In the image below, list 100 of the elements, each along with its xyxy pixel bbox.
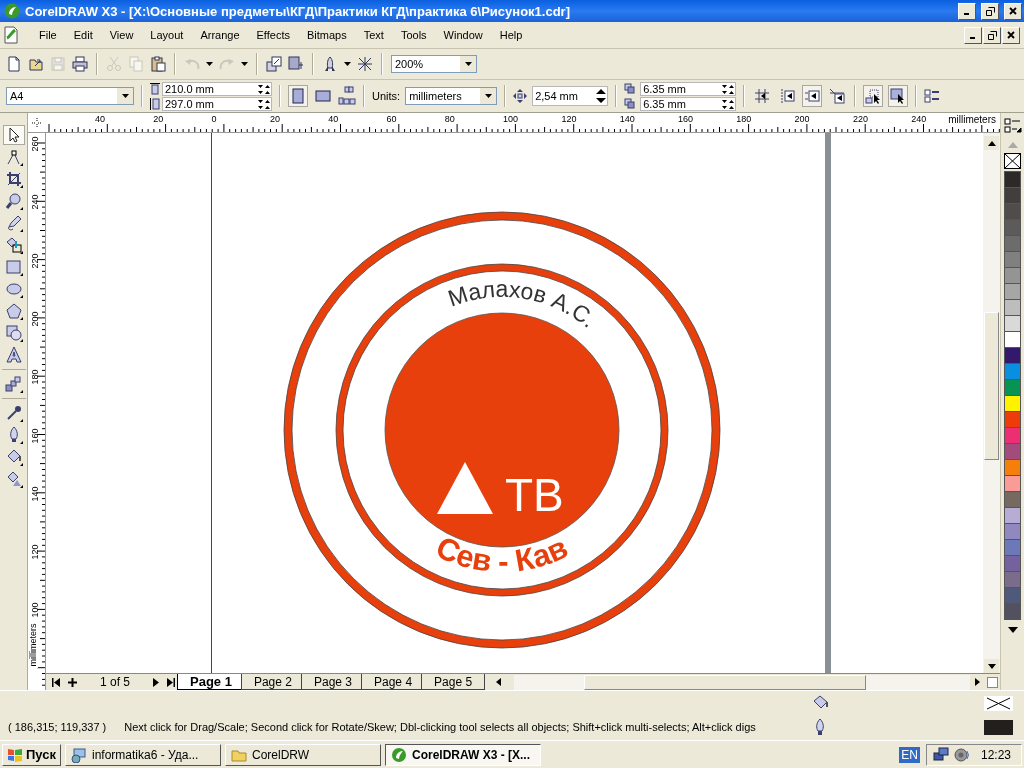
- dropdown-arrow-icon[interactable]: [121, 94, 129, 98]
- paper-size-dropdown[interactable]: A4: [6, 87, 134, 105]
- palette-options-icon[interactable]: [1003, 118, 1022, 134]
- color-swatch[interactable]: [1004, 604, 1021, 620]
- printer-icon[interactable]: [72, 56, 88, 72]
- sparkle-icon[interactable]: [357, 56, 373, 72]
- blend-button[interactable]: [2, 374, 25, 394]
- scroll-up-icon[interactable]: [987, 140, 996, 146]
- import-icon[interactable]: [266, 56, 282, 72]
- spinner-icon[interactable]: [257, 97, 271, 110]
- color-swatch[interactable]: [1004, 300, 1021, 316]
- first-page-icon[interactable]: [52, 677, 60, 687]
- restore-button[interactable]: [983, 26, 1001, 44]
- duplicate-x-field[interactable]: 6.35 mm: [640, 81, 737, 96]
- scroll-right-icon[interactable]: [975, 678, 980, 686]
- menu-item[interactable]: Bitmaps: [297, 27, 355, 43]
- color-swatch[interactable]: [1004, 396, 1021, 412]
- zoom-level-dropdown[interactable]: 200%: [391, 55, 477, 73]
- taskbar-button[interactable]: CorelDRW: [225, 743, 381, 766]
- menu-item[interactable]: Arrange: [191, 27, 248, 43]
- restore-button[interactable]: [981, 2, 999, 20]
- view-corner-icon[interactable]: [987, 676, 998, 688]
- color-swatch[interactable]: [1004, 492, 1021, 508]
- select-frame-button[interactable]: [888, 85, 909, 107]
- language-indicator[interactable]: EN: [899, 746, 920, 763]
- width-field[interactable]: 210.0 mm: [162, 81, 272, 96]
- taskbar-button[interactable]: CorelDRAW X3 - [X...: [385, 743, 541, 766]
- palette-down-icon[interactable]: [1007, 627, 1018, 633]
- spinner-icon[interactable]: [257, 82, 271, 95]
- color-swatch[interactable]: [1004, 444, 1021, 460]
- color-swatch[interactable]: [1004, 204, 1021, 220]
- spinner-icon[interactable]: [595, 88, 608, 104]
- spinner-icon[interactable]: [721, 82, 736, 95]
- color-swatch[interactable]: [1004, 556, 1021, 572]
- snap-objects-button[interactable]: [802, 85, 823, 107]
- color-swatch[interactable]: [1004, 476, 1021, 492]
- color-swatch[interactable]: [1004, 172, 1021, 188]
- height-field[interactable]: 297.0 mm: [162, 96, 272, 111]
- scroll-left-icon[interactable]: [496, 678, 502, 686]
- add-page-icon[interactable]: [68, 677, 77, 687]
- color-swatch[interactable]: [1004, 540, 1021, 556]
- menu-item[interactable]: Text: [354, 27, 392, 43]
- close-button[interactable]: [1004, 2, 1022, 20]
- document-icon[interactable]: [4, 26, 18, 44]
- menu-item[interactable]: File: [30, 27, 65, 43]
- color-swatch[interactable]: [1004, 508, 1021, 524]
- taskbar-button[interactable]: informatika6 - Уда...: [65, 743, 221, 766]
- units-dropdown[interactable]: millimeters: [405, 87, 498, 105]
- caret-icon[interactable]: [241, 62, 248, 66]
- caret-icon[interactable]: [206, 62, 213, 66]
- nudge-field[interactable]: 2,54 mm: [532, 86, 609, 106]
- color-swatch[interactable]: [1004, 188, 1021, 204]
- menu-item[interactable]: Effects: [247, 27, 298, 43]
- spinner-icon[interactable]: [721, 97, 736, 110]
- pointer-button[interactable]: [2, 125, 25, 145]
- color-swatch[interactable]: [1004, 428, 1021, 444]
- color-swatch[interactable]: [1004, 380, 1021, 396]
- speaker-icon[interactable]: [953, 746, 970, 763]
- menu-item[interactable]: Tools: [391, 27, 435, 43]
- vertical-scrollbar[interactable]: [983, 133, 1000, 673]
- color-swatch[interactable]: [1004, 316, 1021, 332]
- next-page-icon[interactable]: [153, 677, 159, 687]
- scroll-thumb[interactable]: [584, 674, 867, 690]
- color-swatch[interactable]: [1004, 284, 1021, 300]
- network-icon[interactable]: [932, 746, 949, 763]
- portrait-page-button[interactable]: [288, 85, 308, 107]
- last-page-icon[interactable]: [167, 677, 175, 687]
- minimize-button[interactable]: [958, 2, 976, 20]
- scroll-thumb[interactable]: [984, 312, 999, 460]
- minimize-button[interactable]: [964, 26, 982, 44]
- duplicate-y-field[interactable]: 6.35 mm: [640, 96, 737, 111]
- color-swatch[interactable]: [1004, 332, 1021, 348]
- menu-item[interactable]: Edit: [64, 27, 101, 43]
- color-swatch[interactable]: [1004, 572, 1021, 588]
- page-tab[interactable]: Page 5: [421, 674, 486, 690]
- caret-icon[interactable]: [344, 62, 351, 66]
- color-swatch[interactable]: [1004, 364, 1021, 380]
- color-swatch[interactable]: [1004, 412, 1021, 428]
- ruler-origin-icon[interactable]: [32, 117, 42, 128]
- open-folder-icon[interactable]: [28, 56, 44, 72]
- color-swatch[interactable]: [1004, 252, 1021, 268]
- dropdown-arrow-icon[interactable]: [464, 62, 472, 66]
- color-swatch[interactable]: [1004, 588, 1021, 604]
- menu-item[interactable]: Window: [434, 27, 491, 43]
- no-color-swatch[interactable]: [1004, 153, 1021, 169]
- dropdown-arrow-icon[interactable]: [484, 94, 492, 98]
- horizontal-scrollbar[interactable]: [514, 674, 970, 690]
- paste-icon[interactable]: [150, 56, 166, 72]
- page-layout-icon[interactable]: [338, 86, 356, 106]
- color-swatch[interactable]: [1004, 236, 1021, 252]
- menu-item[interactable]: Layout: [141, 27, 192, 43]
- scroll-down-icon[interactable]: [987, 663, 996, 669]
- close-button[interactable]: [1002, 26, 1020, 44]
- color-swatch[interactable]: [1004, 348, 1021, 364]
- export-icon[interactable]: [288, 56, 304, 72]
- menu-item[interactable]: View: [100, 27, 142, 43]
- rocket-icon[interactable]: [322, 56, 338, 72]
- selection-box-button[interactable]: [863, 85, 884, 107]
- color-swatch[interactable]: [1004, 220, 1021, 236]
- new-document-icon[interactable]: [6, 56, 22, 72]
